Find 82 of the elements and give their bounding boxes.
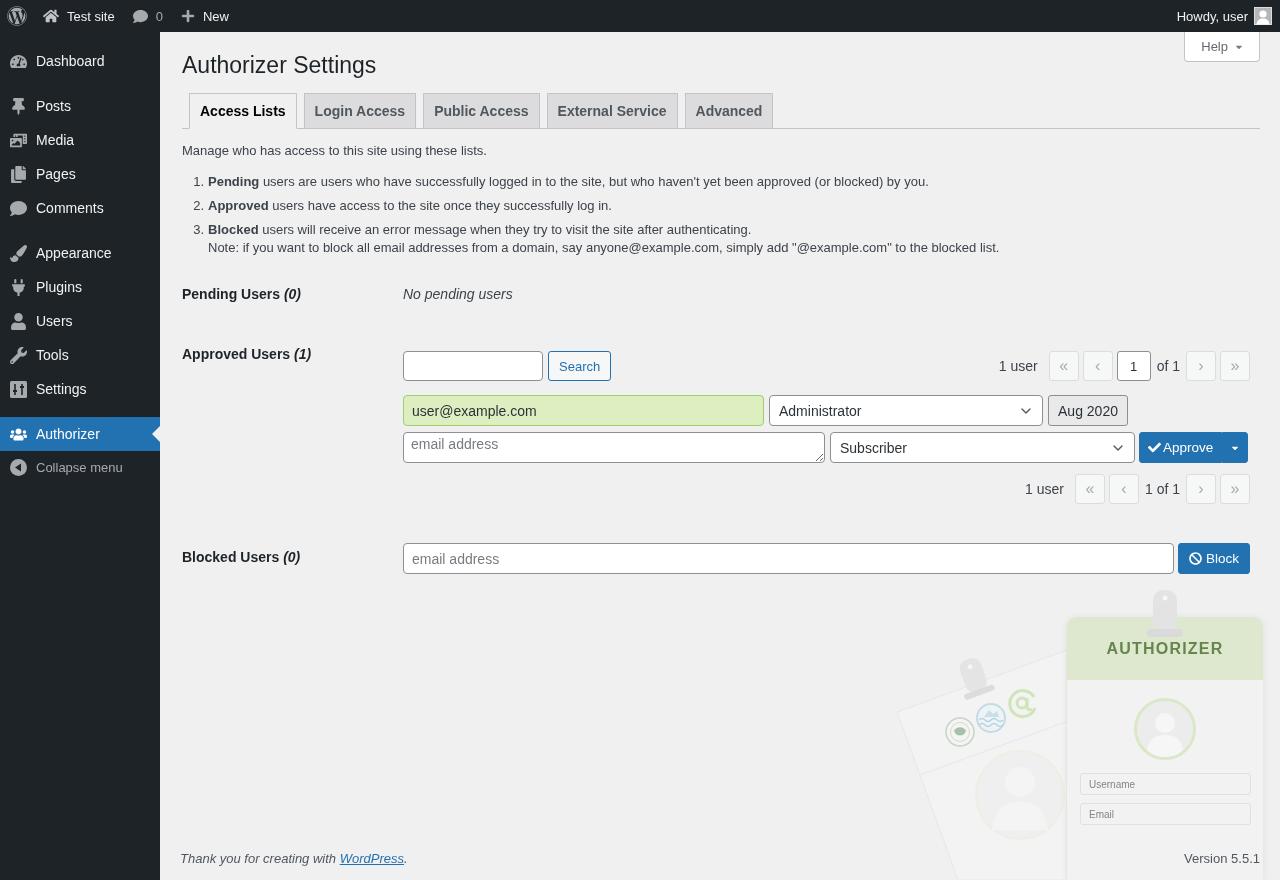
new-content-link[interactable]: New: [171, 0, 238, 32]
sidebar-item[interactable]: Tools: [0, 338, 160, 372]
role-select[interactable]: Subscriber: [830, 432, 1135, 463]
block-button[interactable]: Block: [1178, 543, 1250, 574]
page-status: 1 of 1: [1144, 481, 1180, 497]
clip-icon: [1147, 590, 1183, 637]
user-icon: [10, 312, 27, 330]
pin-icon: [10, 97, 27, 115]
plug-icon: [10, 278, 27, 296]
badge-title: AUTHORIZER: [1106, 639, 1224, 658]
note-text: Note: if you want to block all email addresses from a domain, say anyone@example.com, simply add "@example.com" to the blocked list.: [208, 239, 1000, 257]
definition-text: Approved users have access to the site once they successfully log in.: [208, 197, 612, 215]
sidebar-item[interactable]: Posts: [0, 89, 160, 123]
settings-tab[interactable]: Public Access: [423, 93, 540, 129]
pointer-arrow-icon: [152, 426, 160, 442]
section-label: Approved Users (1): [182, 345, 313, 364]
settings-tab[interactable]: Login Access: [303, 93, 417, 129]
gauge-icon: [10, 52, 27, 70]
collapse-menu-button[interactable]: Collapse menu: [0, 451, 160, 483]
plus-icon: [180, 9, 195, 23]
paintbrush-icon: [10, 244, 27, 262]
dropdown-toggle-button[interactable]: [1222, 432, 1249, 463]
list-number: 1.: [192, 173, 204, 191]
section-label: Pending Users (0): [182, 285, 303, 304]
definition-text: Blocked users will receive an error message when they try to visit the site after authenticating.: [208, 221, 753, 239]
page-number-field[interactable]: 1: [1116, 351, 1151, 381]
user-count: 1 user: [1025, 481, 1064, 497]
clip-icon: [957, 655, 996, 701]
comment-icon: [132, 8, 148, 24]
sidebar-item[interactable]: Users: [0, 304, 160, 338]
wordpress-link[interactable]: WordPress: [339, 851, 404, 866]
section-label: Blocked Users (0): [182, 548, 302, 567]
account-menu[interactable]: Howdy, user: [1168, 0, 1280, 32]
sidebar-item[interactable]: Media: [0, 123, 160, 157]
email-field[interactable]: email address: [403, 432, 825, 463]
help-button[interactable]: Help: [1184, 32, 1260, 62]
settings-tab[interactable]: Access Lists: [189, 93, 297, 129]
photo-video-icon: [10, 131, 27, 149]
footer-thanks-text: Thank you for creating with WordPress.: [180, 850, 408, 868]
at-sign-icon: [1008, 689, 1037, 718]
page-total: of 1: [1156, 358, 1180, 374]
comments-link[interactable]: 0: [123, 0, 172, 32]
definition-text: Pending users are users who have successfully logged in to the site, but who haven't yet been approved (or blocked) by you.: [208, 173, 929, 191]
list-number: 2.: [192, 197, 204, 215]
user-count: 1 user: [998, 358, 1038, 374]
page-title: Authorizer Settings: [182, 51, 377, 80]
settings-tab[interactable]: Advanced: [684, 93, 774, 129]
badge-field: Email: [1080, 803, 1251, 825]
sliders-icon: [10, 380, 27, 398]
home-icon: [43, 8, 59, 24]
site-name-link[interactable]: Test site: [34, 0, 124, 32]
approve-button[interactable]: Approve: [1139, 432, 1223, 463]
seal-icon: [945, 717, 975, 747]
search-field[interactable]: [403, 351, 543, 381]
sidebar-item[interactable]: Plugins: [0, 270, 160, 304]
wordpress-logo-icon: [7, 6, 27, 26]
check-icon: [1148, 441, 1161, 454]
sidebar-item[interactable]: Settings: [0, 372, 160, 406]
settings-tab[interactable]: External Service: [546, 93, 678, 129]
sidebar-item[interactable]: Appearance: [0, 236, 160, 270]
date-field: Aug 2020: [1048, 395, 1128, 426]
circle-arrow-left-icon: [10, 458, 27, 476]
sidebar-item[interactable]: Comments: [0, 191, 160, 225]
version-text: Version 5.5.1: [1184, 850, 1260, 868]
role-select[interactable]: Administrator: [769, 395, 1043, 426]
avatar-icon: [1134, 698, 1196, 760]
list-number: 3.: [192, 221, 204, 239]
sidebar-item[interactable]: Dashboard: [0, 44, 160, 78]
email-field[interactable]: email address: [403, 543, 1174, 574]
sidebar-item[interactable]: Pages: [0, 157, 160, 191]
comment-icon: [10, 199, 27, 217]
documents-icon: [10, 165, 27, 183]
wrench-icon: [10, 346, 27, 364]
sidebar-item[interactable]: Authorizer: [0, 417, 160, 451]
search-button[interactable]: Search: [548, 351, 612, 381]
intro-text: Manage who has access to this site using these lists.: [182, 142, 488, 160]
email-field[interactable]: user@example.com: [403, 395, 764, 426]
empty-message: No pending users: [403, 285, 514, 303]
ban-icon: [1189, 552, 1202, 565]
badge-field: Username: [1080, 773, 1251, 795]
avatar-icon: [1254, 7, 1272, 25]
wave-emblem-icon: [976, 703, 1006, 733]
